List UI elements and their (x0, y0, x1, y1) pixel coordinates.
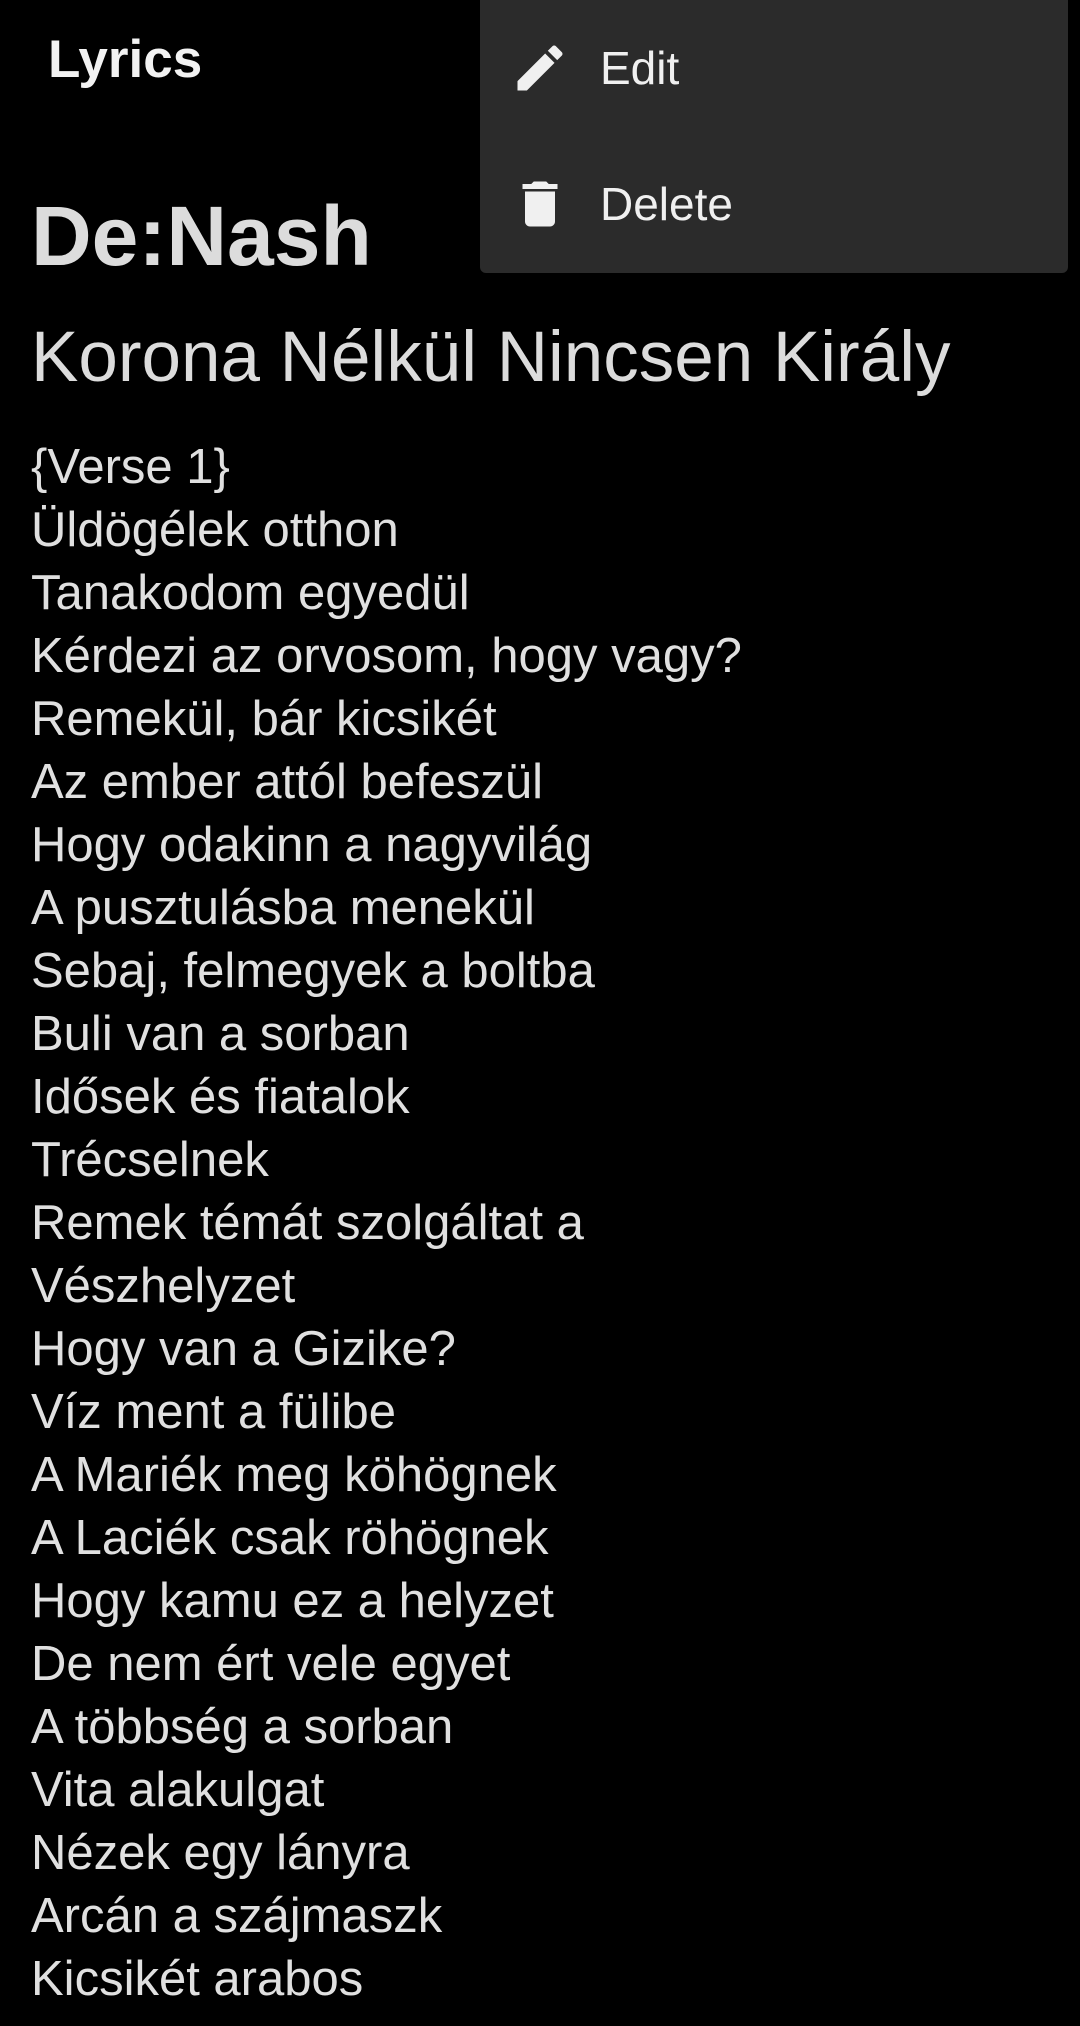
lyric-line: Víz ment a fülibe (31, 1385, 396, 1439)
lyric-line: A pusztulásba menekül (31, 881, 535, 935)
song-title: Korona Nélkül Nincsen Király (31, 318, 951, 397)
lyric-line: Vészhelyzet (31, 1259, 296, 1313)
app-title: Lyrics (48, 30, 203, 89)
lyric-line: De nem ért vele egyet (31, 1637, 511, 1691)
menu-item-label: Delete (600, 178, 733, 230)
lyric-line: A Mariék meg köhögnek (31, 1448, 557, 1502)
lyric-line: Az ember attól befeszül (31, 755, 544, 809)
trash-icon (510, 174, 570, 234)
lyric-line: {Verse 1} (31, 440, 230, 494)
overflow-menu: Edit Delete (480, 0, 1068, 273)
lyric-line: Idősek és fiatalok (31, 1070, 410, 1124)
pencil-icon (510, 38, 570, 98)
lyric-line: A többség a sorban (31, 1700, 454, 1754)
lyric-line: Vita alakulgat (31, 1763, 325, 1817)
lyric-line: Üldögélek otthon (31, 503, 399, 557)
menu-item-edit[interactable]: Edit (480, 0, 1068, 136)
menu-item-label: Edit (600, 42, 680, 94)
lyric-line: Sebaj, felmegyek a boltba (31, 944, 595, 998)
lyric-line: Trécselnek (31, 1133, 269, 1187)
lyric-line: Arcán a szájmaszk (31, 1889, 443, 1943)
menu-item-delete[interactable]: Delete (480, 136, 1068, 272)
lyric-line: Hogy kamu ez a helyzet (31, 1574, 554, 1628)
lyric-line: Buli van a sorban (31, 1007, 410, 1061)
lyric-line: Kérdezi az orvosom, hogy vagy? (31, 629, 742, 683)
lyric-line: Remek témát szolgáltat a (31, 1196, 584, 1250)
lyrics-text: {Verse 1} Üldögélek otthon Tanakodom egyed… (31, 436, 1051, 2011)
lyric-line: Hogy odakinn a nagyvilág (31, 818, 593, 872)
lyric-line: Tanakodom egyedül (31, 566, 470, 620)
lyric-line: Hogy van a Gizike? (31, 1322, 456, 1376)
song-content: De:Nash Korona Nélkül Nincsen Király {Ve… (31, 186, 1051, 2011)
lyric-line: Remekül, bár kicsikét (31, 692, 497, 746)
lyric-line: A Laciék csak röhögnek (31, 1511, 549, 1565)
lyric-line: Nézek egy lányra (31, 1826, 410, 1880)
lyric-line: Kicsikét arabos (31, 1952, 364, 2006)
